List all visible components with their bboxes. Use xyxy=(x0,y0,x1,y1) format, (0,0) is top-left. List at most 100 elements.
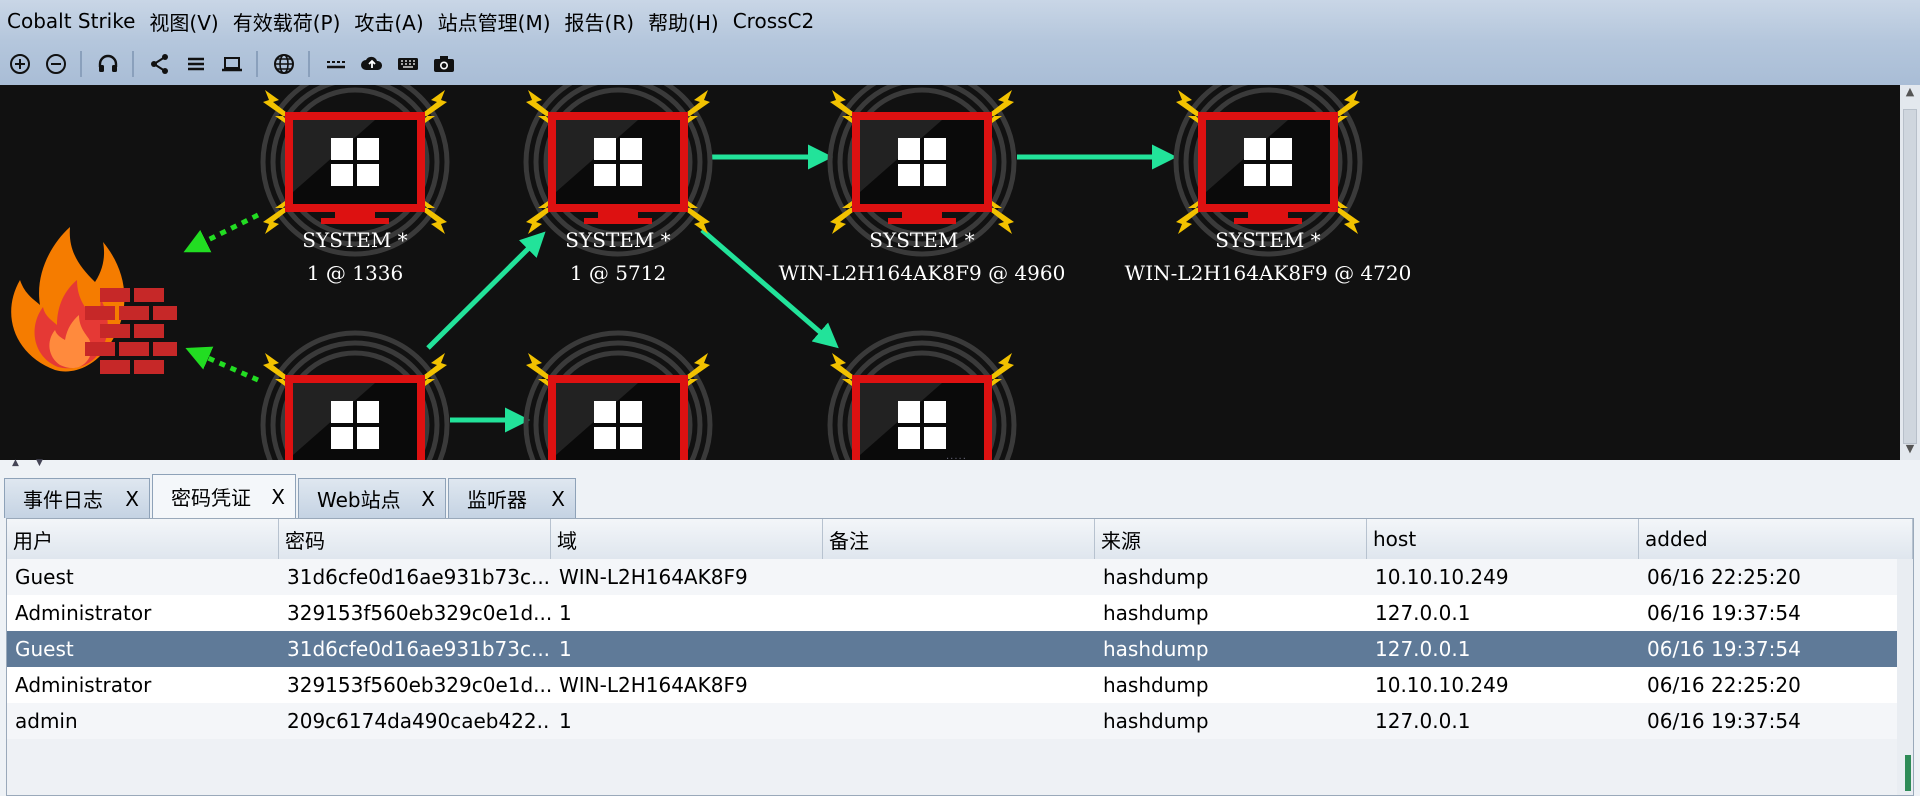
scroll-up-icon[interactable]: ▲ xyxy=(1900,85,1920,103)
menu-bar: Cobalt Strike 视图(V) 有效载荷(P) 攻击(A) 站点管理(M… xyxy=(0,0,1920,42)
menu-crossc2[interactable]: CrossC2 xyxy=(726,9,822,33)
cell-added: 06/16 22:25:20 xyxy=(1647,565,1801,589)
cell-source: hashdump xyxy=(1103,637,1209,661)
cell-realm: WIN-L2H164AK8F9 xyxy=(559,673,748,697)
tab-close-button[interactable]: X xyxy=(551,487,565,511)
menu-payloads[interactable]: 有效载荷(P) xyxy=(226,7,348,36)
cell-password: 31d6cfe0d16ae931b73c... xyxy=(287,565,551,589)
cell-password: 209c6174da490caeb422... xyxy=(287,709,551,733)
cell-added: 06/16 19:37:54 xyxy=(1647,601,1801,625)
beacon-host-node[interactable] xyxy=(263,333,447,460)
tab-close-button[interactable]: X xyxy=(271,485,285,509)
pivot-link-dotted xyxy=(185,346,260,383)
menu-reporting[interactable]: 报告(R) xyxy=(558,7,642,36)
cell-password: 31d6cfe0d16ae931b73c... xyxy=(287,637,551,661)
cell-password: 329153f560eb329c0e1d... xyxy=(287,601,551,625)
cloud-upload-icon[interactable] xyxy=(356,48,388,80)
node-user-label: SYSTEM * xyxy=(302,228,408,252)
cell-source: hashdump xyxy=(1103,601,1209,625)
graph-scrollbar[interactable]: ▲ ▼ xyxy=(1900,85,1920,460)
table-row[interactable]: admin 209c6174da490caeb422... 1 hashdump… xyxy=(7,703,1913,739)
pivot-graph[interactable]: SYSTEM * 1 @ 1336 SYSTEM * 1 @ 5712 SYST… xyxy=(0,85,1900,460)
beacon-host-node[interactable] xyxy=(830,333,1014,460)
cell-host: 10.10.10.249 xyxy=(1375,565,1509,589)
tab-close-button[interactable]: X xyxy=(421,487,435,511)
cell-added: 06/16 22:25:20 xyxy=(1647,673,1801,697)
cell-host: 127.0.0.1 xyxy=(1375,709,1471,733)
column-header-source[interactable]: 来源 xyxy=(1095,519,1367,559)
globe-icon[interactable] xyxy=(268,48,300,80)
cell-password: 329153f560eb329c0e1d... xyxy=(287,673,551,697)
pivot-link xyxy=(700,228,839,349)
cell-note xyxy=(823,595,1095,631)
cell-host: 127.0.0.1 xyxy=(1375,601,1471,625)
keyboard-icon[interactable] xyxy=(392,48,424,80)
drag-handle-icon[interactable]: ····· xyxy=(946,454,967,465)
menu-cobalt-strike[interactable]: Cobalt Strike xyxy=(0,9,142,33)
column-header-note[interactable]: 备注 xyxy=(823,519,1095,559)
cell-host: 10.10.10.249 xyxy=(1375,673,1509,697)
table-row[interactable]: Administrator 329153f560eb329c0e1d... WI… xyxy=(7,667,1913,703)
tab-label: 密码凭证 xyxy=(171,486,251,510)
column-header-realm[interactable]: 域 xyxy=(551,519,823,559)
headset-icon[interactable] xyxy=(92,48,124,80)
plus-circle-icon[interactable] xyxy=(4,48,36,80)
node-user-label: SYSTEM * xyxy=(869,228,975,252)
scrollbar-thumb[interactable] xyxy=(1905,755,1911,791)
column-header-added[interactable]: added xyxy=(1639,519,1913,559)
scrollbar-thumb[interactable] xyxy=(1903,109,1917,444)
cell-added: 06/16 19:37:54 xyxy=(1647,637,1801,661)
menu-attacks[interactable]: 攻击(A) xyxy=(347,7,430,36)
laptop-icon[interactable] xyxy=(216,48,248,80)
share-icon[interactable] xyxy=(144,48,176,80)
toolbar-separator xyxy=(256,50,258,77)
node-host-label: WIN-L2H164AK8F9 @ 4960 xyxy=(778,261,1066,285)
cell-user: Administrator xyxy=(15,673,152,697)
split-pane-divider[interactable]: ▲ ▼ ····· xyxy=(0,454,1920,470)
toolbar-separator xyxy=(308,50,310,77)
tab-event-log[interactable]: 事件日志 X xyxy=(4,478,150,518)
beacon-host-node[interactable] xyxy=(526,333,710,460)
scroll-down-icon[interactable]: ▼ xyxy=(1900,442,1920,460)
tab-label: 监听器 xyxy=(467,488,527,512)
cell-source: hashdump xyxy=(1103,673,1209,697)
menu-help[interactable]: 帮助(H) xyxy=(641,7,726,36)
menu-view[interactable]: 视图(V) xyxy=(142,7,225,36)
table-row-selected[interactable]: Guest 31d6cfe0d16ae931b73c... 1 hashdump… xyxy=(7,631,1913,667)
collapse-down-icon[interactable]: ▼ xyxy=(36,458,43,468)
cell-user: admin xyxy=(15,709,78,733)
table-header: 用户 密码 域 备注 来源 host added xyxy=(7,519,1913,560)
node-host-label: WIN-L2H164AK8F9 @ 4720 xyxy=(1124,261,1412,285)
toolbar-separator xyxy=(132,50,134,77)
list-icon[interactable] xyxy=(180,48,212,80)
cell-note xyxy=(823,631,1095,667)
column-header-host[interactable]: host xyxy=(1367,519,1639,559)
cell-user: Guest xyxy=(15,637,74,661)
table-scrollbar[interactable] xyxy=(1897,559,1913,795)
cell-realm: 1 xyxy=(559,637,572,661)
tab-close-button[interactable]: X xyxy=(125,487,139,511)
cell-user: Administrator xyxy=(15,601,152,625)
node-host-label: 1 @ 1336 xyxy=(306,261,404,285)
cell-note xyxy=(823,559,1095,595)
tab-label: 事件日志 xyxy=(23,488,103,512)
minus-circle-icon[interactable] xyxy=(40,48,72,80)
camera-icon[interactable] xyxy=(428,48,460,80)
cell-note xyxy=(823,667,1095,703)
tab-listeners[interactable]: 监听器 X xyxy=(448,478,576,518)
tab-credentials[interactable]: 密码凭证 X xyxy=(152,474,296,518)
table-row[interactable]: Guest 31d6cfe0d16ae931b73c... WIN-L2H164… xyxy=(7,559,1913,595)
pivot-link xyxy=(426,231,546,350)
column-header-password[interactable]: 密码 xyxy=(279,519,551,559)
menu-site-management[interactable]: 站点管理(M) xyxy=(431,7,558,36)
column-header-user[interactable]: 用户 xyxy=(7,519,279,559)
collapse-up-icon[interactable]: ▲ xyxy=(12,458,19,468)
node-host-label: 1 @ 5712 xyxy=(569,261,667,285)
cell-added: 06/16 19:37:54 xyxy=(1647,709,1801,733)
cell-realm: 1 xyxy=(559,709,572,733)
keyboard-dots-icon[interactable] xyxy=(320,48,352,80)
cell-source: hashdump xyxy=(1103,709,1209,733)
firewall-icon[interactable] xyxy=(11,227,177,374)
table-row[interactable]: Administrator 329153f560eb329c0e1d... 1 … xyxy=(7,595,1913,631)
tab-web-sites[interactable]: Web站点 X xyxy=(298,478,446,518)
